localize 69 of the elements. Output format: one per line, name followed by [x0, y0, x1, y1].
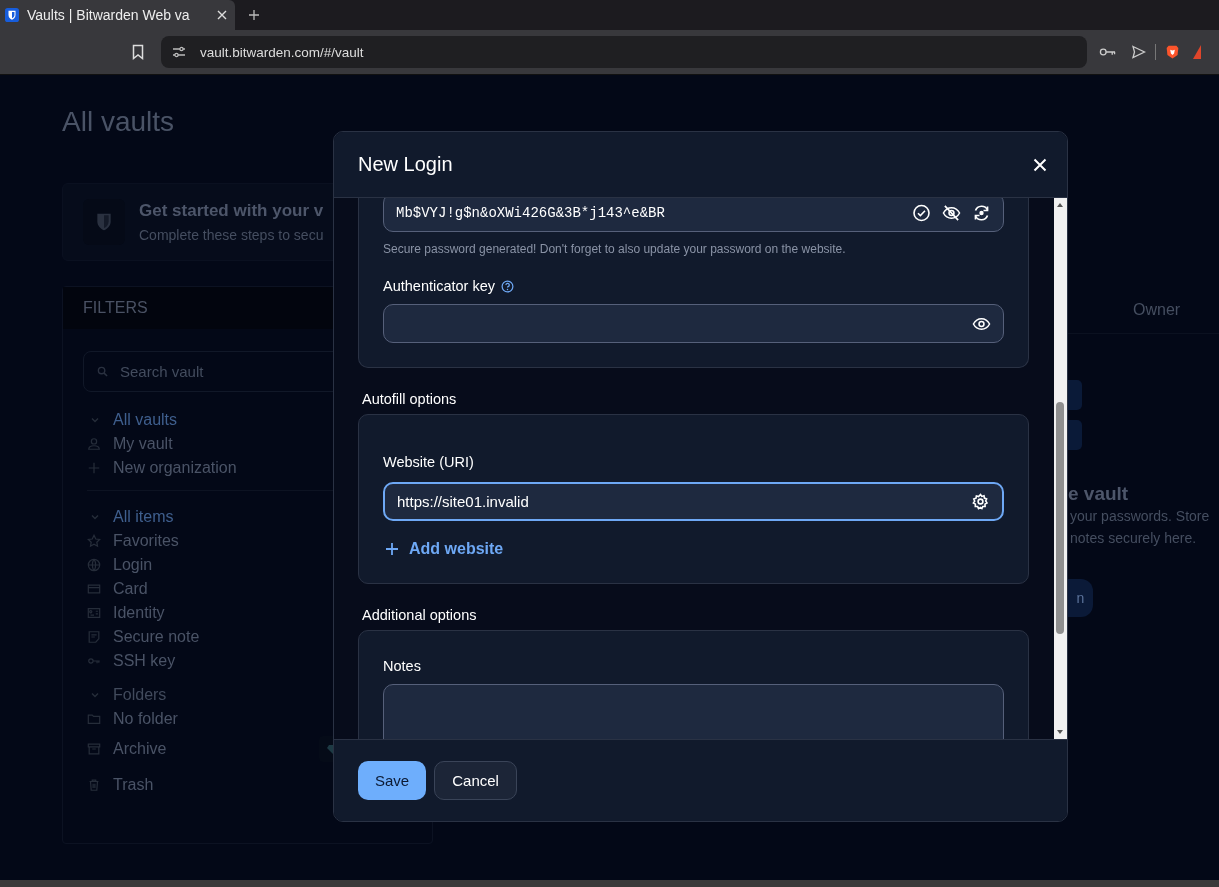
check-circle-icon[interactable] [912, 203, 931, 222]
filter-item[interactable]: No folder [113, 710, 178, 728]
filter-group[interactable]: All items [113, 508, 174, 526]
save-button[interactable]: Save [358, 761, 427, 800]
bookmark-icon[interactable] [132, 44, 144, 60]
search-placeholder: Search vault [120, 363, 204, 380]
star-icon [87, 534, 101, 548]
filter-item[interactable]: Trash [113, 776, 154, 794]
settings-icon[interactable] [971, 492, 990, 511]
new-item-button[interactable]: n [1068, 579, 1093, 617]
lion-icon[interactable] [1164, 45, 1181, 59]
filter-item[interactable]: Secure note [113, 628, 200, 646]
help-icon[interactable] [501, 279, 515, 293]
website-field[interactable]: https://site01.invalid [383, 482, 1004, 521]
filter-item[interactable]: Identity [113, 604, 165, 622]
shield-icon [5, 8, 19, 22]
hide-icon[interactable] [942, 203, 961, 222]
password-field[interactable]: Mb$VYJ!g$n&oXWi426G&3B*j143^e&BR [383, 198, 1004, 232]
filter-item[interactable]: Card [113, 580, 148, 598]
site-settings-icon[interactable] [172, 45, 186, 59]
new-tab-icon[interactable] [248, 9, 260, 21]
empty-state-title: e vault [1068, 483, 1130, 505]
dialog-title: New Login [358, 153, 453, 176]
trash-icon [87, 778, 101, 792]
address-bar[interactable]: vault.bitwarden.com/#/vault [161, 36, 1087, 68]
note-icon [87, 630, 101, 644]
archive-icon [87, 742, 101, 756]
filter-item[interactable]: New organization [113, 459, 237, 477]
filter-group[interactable]: All vaults [113, 411, 178, 429]
user-icon [87, 437, 101, 451]
scroll-down-icon[interactable] [1056, 729, 1064, 735]
scroll-up-icon[interactable] [1056, 202, 1064, 208]
password-value: Mb$VYJ!g$n&oXWi426G&3B*j143^e&BR [396, 204, 666, 221]
illustration-drawing [1068, 420, 1082, 450]
website-value: https://site01.invalid [397, 493, 530, 510]
triangle-icon[interactable] [1193, 44, 1201, 60]
filter-group[interactable]: Folders [113, 686, 167, 704]
send-icon[interactable] [1130, 45, 1147, 59]
regenerate-icon[interactable] [972, 203, 991, 222]
search-icon [97, 366, 108, 377]
field-label: Notes [383, 657, 422, 676]
field-label: Website (URI) [383, 453, 475, 472]
browser-tab[interactable]: Vaults | Bitwarden Web va [0, 0, 235, 30]
filter-item[interactable]: Login [113, 556, 153, 574]
close-icon[interactable] [217, 10, 227, 20]
plus-icon [87, 461, 101, 475]
filter-item[interactable]: My vault [113, 435, 173, 453]
id-icon [87, 606, 101, 620]
banner-title: Get started with your v [139, 201, 324, 221]
page-title: All vaults [62, 106, 176, 138]
filter-item[interactable]: SSH key [113, 652, 176, 670]
scrollbar[interactable] [1054, 198, 1067, 739]
filter-item[interactable]: Favorites [113, 532, 179, 550]
add-website-button[interactable]: Add website [383, 535, 506, 563]
filter-item[interactable]: Archive [113, 740, 167, 758]
empty-state-text: notes securely here. [1070, 529, 1198, 548]
cancel-button[interactable]: Cancel [434, 761, 517, 800]
hint-text: Secure password generated! Don't forget to also update your password on the website. [383, 241, 847, 257]
shield-icon [83, 199, 125, 245]
folder-icon [87, 712, 101, 726]
banner-subtitle: Complete these steps to secu [139, 227, 324, 243]
globe-icon [87, 558, 101, 572]
illustration-drawing [1068, 380, 1082, 410]
section-heading: Autofill options [361, 390, 458, 409]
authenticator-key-field[interactable] [383, 304, 1004, 343]
plus-icon [385, 542, 399, 556]
empty-state-text: your passwords. Store [1070, 507, 1211, 526]
section-heading: Additional options [361, 606, 478, 625]
card-icon [87, 582, 101, 596]
